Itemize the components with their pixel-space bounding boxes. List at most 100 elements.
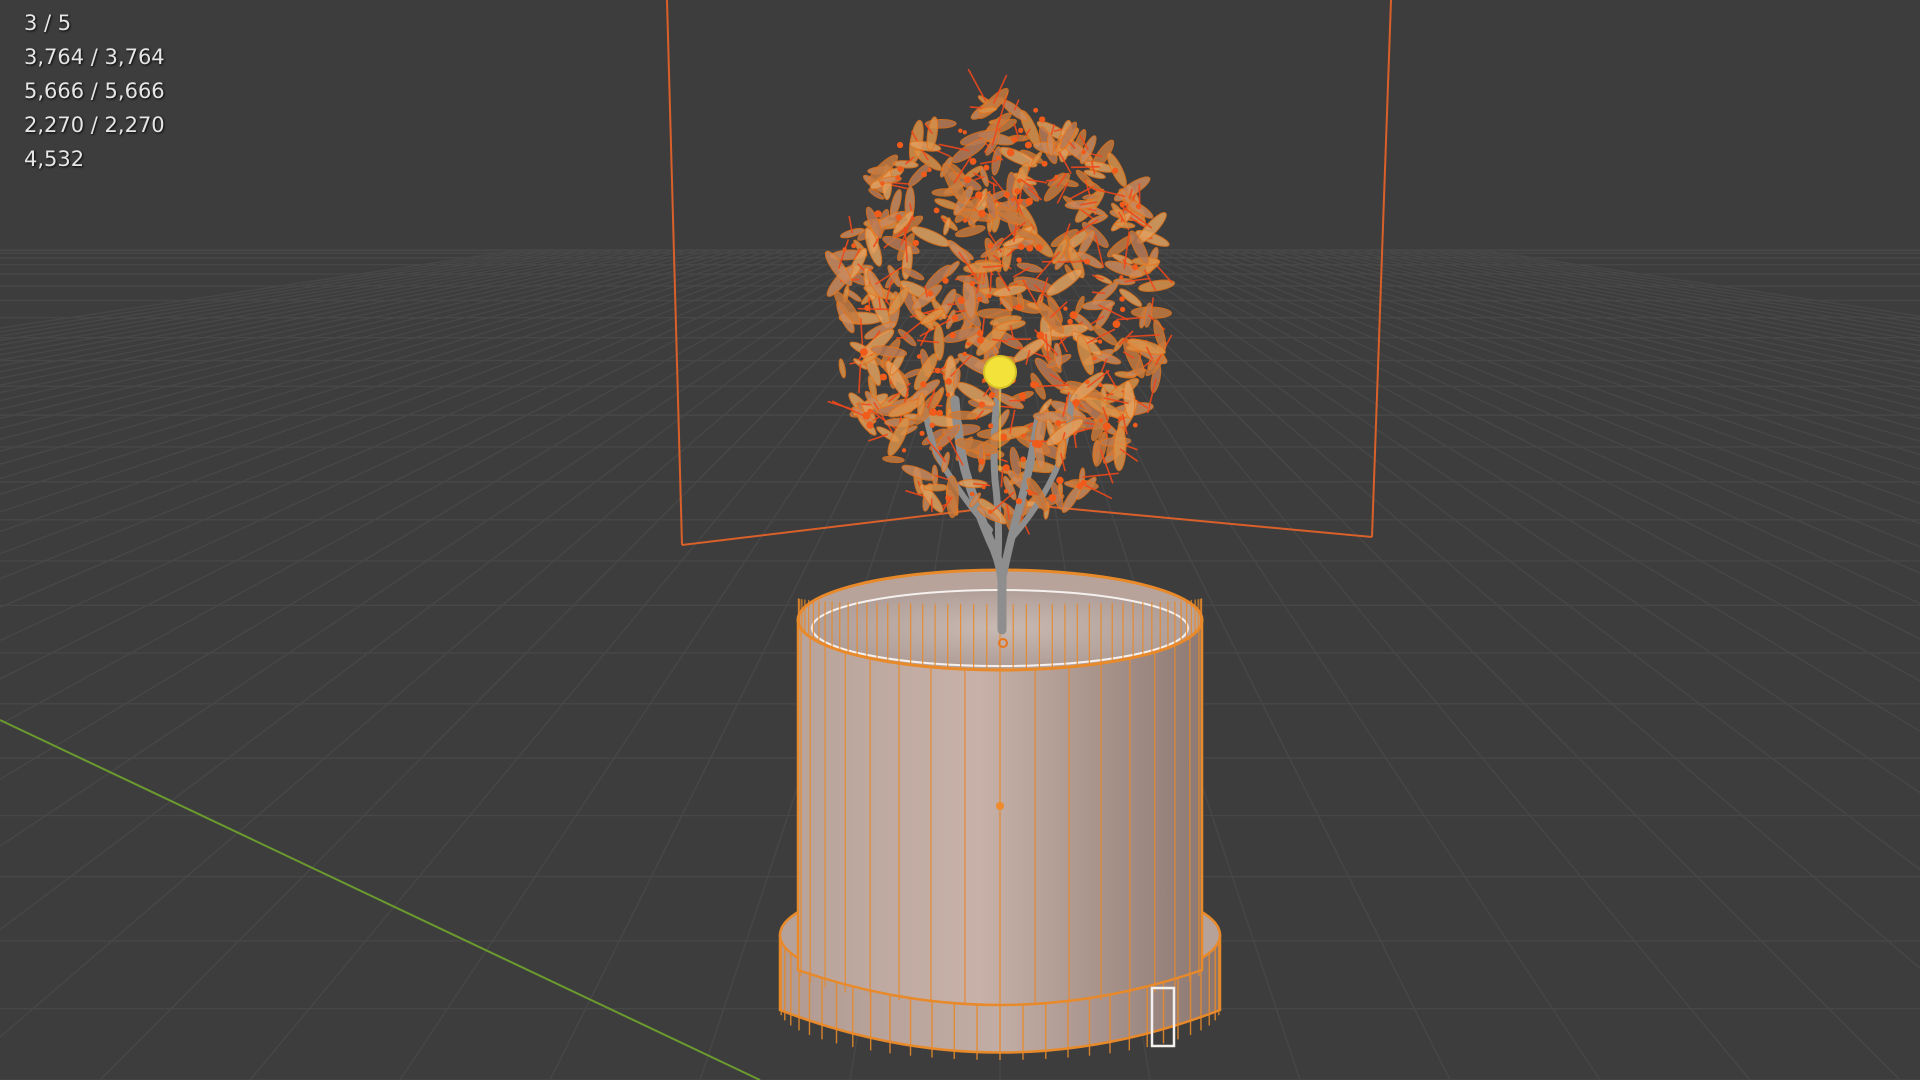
berry bbox=[912, 239, 920, 247]
berry bbox=[933, 207, 940, 214]
berry bbox=[901, 448, 907, 453]
berry bbox=[879, 373, 888, 381]
berry bbox=[1048, 493, 1057, 502]
berry bbox=[988, 509, 993, 515]
berry bbox=[1027, 490, 1034, 496]
berry bbox=[1003, 489, 1009, 494]
3d-viewport[interactable]: 3 / 5 3,764 / 3,764 5,666 / 5,666 2,270 … bbox=[0, 0, 1920, 1080]
berry bbox=[945, 378, 952, 385]
berry bbox=[1026, 244, 1034, 252]
berry bbox=[1119, 306, 1126, 312]
berry bbox=[936, 409, 944, 417]
berry bbox=[1132, 422, 1138, 428]
berry bbox=[929, 422, 935, 428]
berry bbox=[1016, 257, 1022, 263]
berry bbox=[866, 421, 874, 429]
berry bbox=[978, 209, 986, 218]
berry bbox=[975, 191, 983, 199]
berry bbox=[976, 329, 984, 337]
scene-canvas[interactable] bbox=[0, 0, 1920, 1080]
berry bbox=[864, 304, 871, 312]
berry bbox=[962, 130, 967, 135]
berry bbox=[1056, 476, 1064, 485]
berry bbox=[976, 336, 984, 344]
berry bbox=[1085, 379, 1090, 385]
leaf bbox=[1046, 268, 1083, 297]
berry bbox=[1119, 296, 1125, 302]
pot-origin-point bbox=[996, 802, 1004, 810]
berry bbox=[938, 446, 943, 451]
berry bbox=[1018, 392, 1027, 400]
berry bbox=[842, 247, 847, 252]
berry bbox=[1035, 244, 1043, 252]
berry bbox=[916, 354, 922, 359]
leaf bbox=[948, 410, 978, 420]
berry bbox=[1117, 416, 1123, 421]
berry bbox=[1020, 456, 1027, 463]
twig bbox=[1082, 472, 1119, 478]
berry bbox=[1069, 311, 1078, 319]
berry bbox=[1119, 201, 1126, 208]
berry bbox=[995, 155, 1001, 161]
berry bbox=[895, 175, 901, 181]
berry bbox=[1063, 306, 1068, 311]
berry bbox=[927, 167, 932, 173]
berry bbox=[897, 165, 904, 173]
berry bbox=[1084, 258, 1090, 265]
berry bbox=[1018, 127, 1024, 134]
berry bbox=[945, 392, 951, 397]
berry bbox=[1002, 464, 1010, 472]
berry bbox=[1025, 197, 1033, 206]
berry bbox=[969, 157, 977, 165]
berry bbox=[919, 430, 925, 436]
berry bbox=[942, 277, 949, 284]
y-axis-line bbox=[0, 719, 761, 1080]
stat-objects: 3 / 5 bbox=[24, 11, 72, 35]
leaf bbox=[838, 358, 847, 379]
berry bbox=[895, 214, 902, 221]
berry bbox=[920, 381, 927, 388]
berry bbox=[927, 290, 934, 297]
berry bbox=[958, 128, 963, 133]
berry bbox=[949, 331, 956, 339]
berry bbox=[977, 296, 983, 302]
berry bbox=[1112, 167, 1119, 174]
berry bbox=[1119, 275, 1124, 280]
berry bbox=[1015, 498, 1023, 505]
stat-triangles: 4,532 bbox=[24, 147, 85, 171]
berry bbox=[859, 348, 868, 356]
berry bbox=[1033, 107, 1039, 113]
berry bbox=[1015, 304, 1023, 311]
berry bbox=[988, 423, 994, 429]
stat-faces: 2,270 / 2,270 bbox=[24, 113, 165, 137]
berry bbox=[1055, 419, 1062, 426]
berry bbox=[1092, 356, 1097, 361]
berry bbox=[1011, 136, 1018, 143]
berry bbox=[921, 171, 927, 178]
berry bbox=[1076, 482, 1083, 490]
twig bbox=[967, 68, 987, 102]
berry bbox=[929, 408, 937, 416]
berry bbox=[1097, 339, 1103, 344]
stat-edges: 5,666 / 5,666 bbox=[24, 79, 165, 103]
berry bbox=[957, 296, 965, 304]
leaf bbox=[882, 455, 905, 464]
berry bbox=[1021, 433, 1026, 438]
berry bbox=[969, 491, 975, 497]
berry bbox=[1041, 160, 1048, 167]
berry bbox=[880, 181, 885, 186]
berry bbox=[1010, 197, 1016, 202]
berry bbox=[1099, 418, 1104, 423]
berry bbox=[1098, 382, 1103, 388]
berry bbox=[874, 210, 882, 218]
berry bbox=[1131, 264, 1139, 271]
berry bbox=[951, 314, 959, 322]
berry bbox=[1036, 331, 1045, 340]
berry bbox=[1003, 191, 1011, 198]
berry bbox=[988, 391, 996, 399]
berry bbox=[1054, 174, 1059, 179]
berry bbox=[1102, 422, 1111, 431]
light-icon[interactable] bbox=[983, 355, 1017, 389]
stat-vertices: 3,764 / 3,764 bbox=[24, 45, 165, 69]
berry bbox=[999, 433, 1008, 441]
